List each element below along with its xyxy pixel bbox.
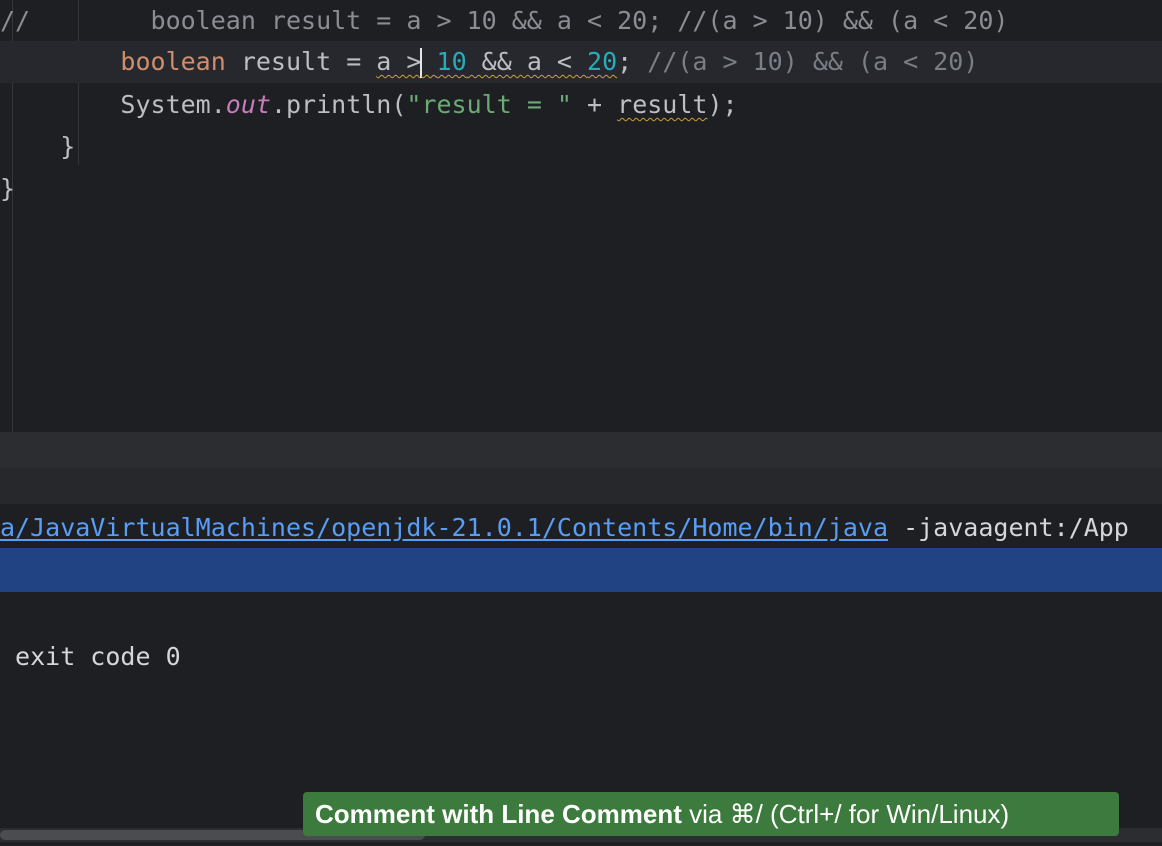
code-line-1[interactable]: // boolean result = a > 10 && a < 20; //…	[0, 0, 1162, 42]
java-args: -javaagent:/App	[888, 513, 1129, 542]
code-line-5[interactable]: }	[0, 168, 1162, 210]
closing-brace: }	[0, 174, 16, 203]
class-ref: System.	[120, 90, 226, 119]
line-comment-marker: //	[0, 6, 31, 35]
shortcut-hint-popup: Comment with Line Comment via ⌘/ (Ctrl+/…	[303, 792, 1119, 836]
method-call: .println(	[270, 90, 407, 119]
closing-brace: }	[0, 132, 76, 161]
java-path-link[interactable]: a/JavaVirtualMachines/openjdk-21.0.1/Con…	[0, 513, 888, 542]
console-command-line: a/JavaVirtualMachines/openjdk-21.0.1/Con…	[0, 506, 1162, 550]
commented-code: boolean result = a > 10 && a < 20; //(a …	[30, 6, 1009, 35]
number-literal: 10	[436, 47, 467, 76]
console-exit-line: exit code 0	[0, 642, 181, 671]
console-selected-line[interactable]	[0, 548, 1162, 592]
code-text: a >	[376, 47, 422, 76]
operator: +	[571, 90, 618, 119]
keyword-boolean: boolean	[120, 47, 226, 76]
static-field: out	[225, 90, 271, 119]
tool-window-header	[0, 432, 1162, 468]
code-line-3[interactable]: System.out.println("result = " + result)…	[0, 84, 1162, 126]
tool-window-toolbar	[0, 468, 1162, 504]
warning-expression: a > 10 && a < 20	[376, 47, 618, 78]
code-text: && a <	[466, 47, 588, 76]
inline-comment: //(a > 10) && (a < 20)	[632, 47, 979, 76]
hint-action: Comment with Line Comment	[315, 799, 682, 829]
code-editor[interactable]: // boolean result = a > 10 && a < 20; //…	[0, 0, 1162, 432]
code-line-4[interactable]: }	[0, 126, 1162, 168]
code-text: );	[707, 90, 738, 119]
hint-shortcut: via ⌘/ (Ctrl+/ for Win/Linux)	[681, 799, 1010, 829]
semicolon: ;	[617, 47, 633, 76]
number-literal: 20	[587, 47, 618, 76]
string-literal: "result = "	[406, 90, 572, 119]
code-text: result =	[225, 47, 377, 76]
code-line-2-current[interactable]: boolean result = a > 10 && a < 20; //(a …	[0, 41, 1162, 83]
variable-ref: result	[617, 90, 708, 119]
